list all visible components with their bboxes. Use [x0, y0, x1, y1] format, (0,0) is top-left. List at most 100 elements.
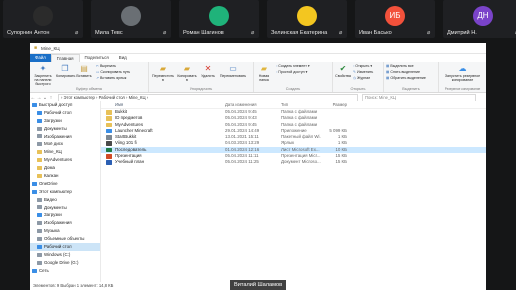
cube-icon: [37, 236, 42, 241]
file-name: MyAdventures: [115, 121, 144, 127]
nav-item[interactable]: Сеть: [30, 267, 100, 275]
nav-item-label: Изображения: [44, 133, 72, 139]
column-date[interactable]: Дата изменения: [225, 102, 281, 107]
column-size[interactable]: Размер: [321, 102, 347, 107]
paste-shortcut-button[interactable]: ↗Вставить ярлык: [96, 76, 126, 80]
file-name: Bukkit: [115, 109, 127, 114]
nav-item-label: OneDrive: [39, 180, 58, 186]
rename-button[interactable]: ▭ Переименовать: [218, 64, 248, 78]
properties-button[interactable]: ✔ Свойства: [335, 64, 351, 78]
nav-item[interactable]: Калкан: [30, 172, 100, 180]
copy-to-button[interactable]: ▰ Копировать в: [176, 64, 198, 82]
nav-item-label: Mine_КЦ: [44, 149, 62, 155]
nav-item[interactable]: Изображения: [30, 133, 100, 141]
nav-item[interactable]: Документы: [30, 125, 100, 133]
nav-item[interactable]: Загрузки: [30, 117, 100, 125]
nav-item-label: Видео: [44, 196, 57, 202]
nav-item[interactable]: Рабочий стол: [30, 109, 100, 117]
participant-tile[interactable]: Роман Шагинов ⌀: [179, 0, 259, 38]
document-icon: [37, 126, 42, 131]
avatar: [209, 6, 229, 26]
backup-group-label: Резервное копирование: [444, 87, 481, 91]
mic-muted-icon: ⌀: [251, 30, 255, 36]
nav-item[interactable]: Рабочий стол: [30, 243, 100, 251]
copy-path-button[interactable]: ▭Скопировать путь: [96, 70, 130, 74]
edit-button[interactable]: ✎Изменить: [353, 70, 373, 74]
video-icon: [37, 197, 42, 202]
copy-icon: ❐: [61, 64, 69, 73]
nav-item[interactable]: Дома: [30, 164, 100, 172]
tab-file[interactable]: Файл: [30, 54, 51, 62]
pin-button[interactable]: ✦Закрепить на панели быстрого доступа: [32, 64, 54, 86]
file-list: Имя Дата изменения Тип Размер Bukkit 05.0…: [101, 101, 486, 282]
participant-tile[interactable]: ДНДмитрий Н.⌀: [443, 0, 516, 38]
participant-tile[interactable]: Супорнин Антон ⌀: [3, 0, 83, 38]
nav-item[interactable]: Mine_КЦ: [30, 148, 100, 156]
backup-button[interactable]: ☁ Запустить резервное копирование: [440, 64, 485, 86]
participant-name: Иван Басько: [359, 30, 392, 36]
nav-item[interactable]: Видео: [30, 196, 100, 204]
history-icon: ◷: [353, 76, 357, 80]
nav-item[interactable]: Музыка: [30, 227, 100, 235]
nav-item[interactable]: Изображения: [30, 219, 100, 227]
new-folder-button[interactable]: ▰ Новая папка: [256, 64, 272, 82]
nav-item[interactable]: Документы: [30, 204, 100, 212]
document-icon: [37, 205, 42, 210]
nav-item-label: Windows (C:): [44, 251, 71, 257]
paste-button[interactable]: ▤ Вставить: [75, 64, 93, 78]
tab-view[interactable]: Вид: [114, 54, 132, 62]
file-row[interactable]: Учебный план 05.04.2024 11:25 Документ Mic…: [101, 159, 486, 165]
backup-label: Запустить резервное копирование: [444, 74, 481, 82]
journal-button[interactable]: ◷Журнал: [353, 76, 370, 80]
move-to-button[interactable]: ▰ Переместить в: [152, 64, 174, 82]
drive-icon: [37, 142, 42, 147]
nav-item[interactable]: Объемные объекты: [30, 235, 100, 243]
up-arrow-icon[interactable]: ↑: [48, 95, 54, 101]
select-none-icon: ▦: [386, 70, 390, 74]
pin-icon: ✦: [39, 64, 47, 73]
delete-button[interactable]: ✕ Удалить: [200, 64, 216, 78]
select-group: ▦Выделить все ▦Снять выделение ▦Обратить…: [384, 62, 439, 92]
invert-selection-button[interactable]: ▦Обратить выделение: [386, 76, 426, 80]
nav-item-label: Сеть: [39, 267, 49, 273]
nav-item[interactable]: Этот компьютер: [30, 188, 100, 196]
participant-tile[interactable]: Зелинская Екатерина ⌀: [267, 0, 347, 38]
nav-item[interactable]: OneDrive: [30, 180, 100, 188]
nav-item[interactable]: Быстрый доступ: [30, 101, 100, 109]
nav-item[interactable]: Google Drive (G:): [30, 259, 100, 267]
easy-access-button[interactable]: ▫Простой доступ ▾: [276, 70, 307, 74]
cloud-icon: [32, 181, 37, 186]
column-type[interactable]: Тип: [281, 102, 321, 107]
cut-button[interactable]: ✂Вырезать: [96, 64, 116, 68]
file-name: Viing 101 fi: [115, 140, 137, 146]
select-all-icon: ▦: [386, 64, 390, 68]
nav-item[interactable]: Moё диск: [30, 140, 100, 148]
nav-item[interactable]: Windows (C:): [30, 251, 100, 259]
nav-item-label: Изображения: [44, 220, 72, 226]
rename-label: Переименовать: [219, 74, 247, 78]
participant-name: Зелинская Екатерина: [271, 30, 328, 36]
move-folder-icon: ▰: [159, 64, 167, 73]
nav-item-label: Рабочий стол: [44, 244, 72, 250]
column-name[interactable]: Имя: [101, 102, 225, 107]
tab-share[interactable]: Поделиться: [80, 54, 114, 62]
copy-path-label: Скопировать путь: [100, 70, 131, 74]
copy-button[interactable]: ❐ Копировать: [56, 64, 75, 78]
open-button[interactable]: ▫Открыть ▾: [353, 64, 372, 68]
nav-item[interactable]: Загрузки: [30, 211, 100, 219]
avatar: [33, 6, 53, 26]
file-type: Документ Microso...: [281, 159, 321, 165]
file-size: 15 КБ: [335, 159, 347, 165]
select-none-button[interactable]: ▦Снять выделение: [386, 70, 420, 74]
invert-icon: ▦: [386, 76, 390, 80]
new-item-button[interactable]: ▫Создать элемент ▾: [276, 64, 310, 68]
nav-item-label: Рабочий стол: [44, 109, 72, 115]
select-all-button[interactable]: ▦Выделить все: [386, 64, 414, 68]
nav-item-label: Объемные объекты: [44, 236, 85, 242]
path-icon: ▭: [96, 70, 100, 74]
participant-tile[interactable]: ИБ Иван Басько ⌀: [355, 0, 435, 38]
select-all-label: Выделить все: [390, 64, 414, 68]
new-folder-icon: ▰: [260, 64, 268, 73]
participant-tile[interactable]: Мила Тевс ⌀: [91, 0, 171, 38]
nav-item[interactable]: MyAdventures: [30, 156, 100, 164]
